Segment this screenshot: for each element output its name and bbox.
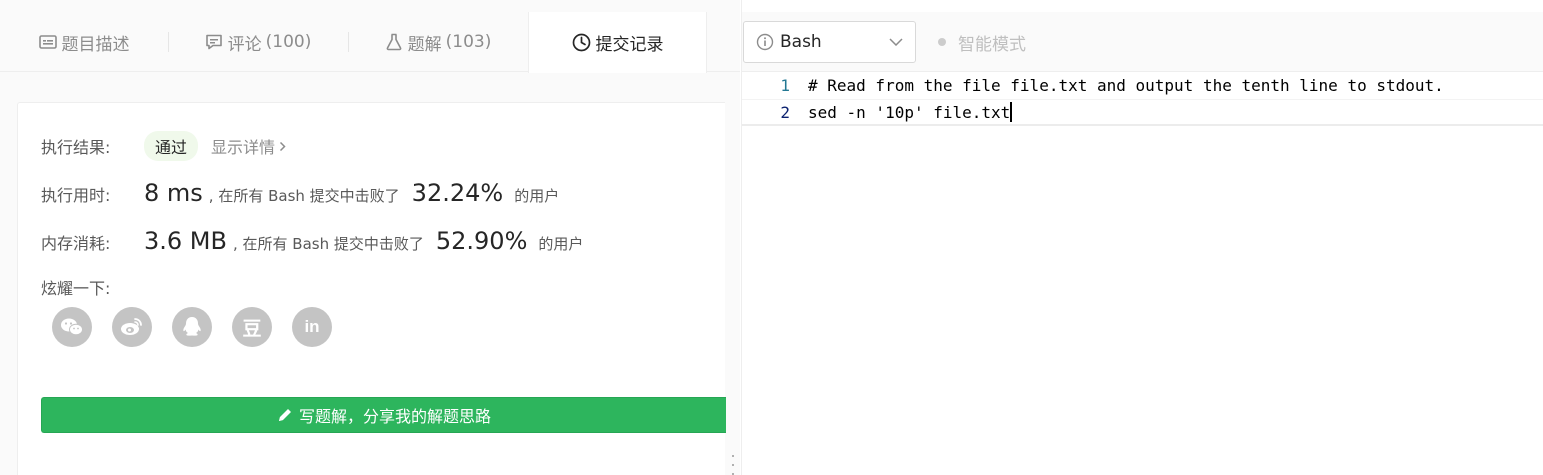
share-weibo-button[interactable]: [112, 307, 152, 347]
tab-label: 提交记录: [595, 35, 664, 55]
tab-comments[interactable]: 评论 (100): [168, 12, 348, 72]
memory-text: , 在所有 Bash 提交中击败了: [232, 235, 424, 253]
write-solution-button[interactable]: 写题解，分享我的解题思路: [41, 397, 726, 433]
pane-resize-handle[interactable]: [727, 455, 739, 475]
smart-mode-label: 智能模式: [958, 34, 1026, 55]
line-number: 1: [780, 76, 790, 95]
memory-label: 内存消耗:: [41, 234, 111, 253]
tab-count: (100): [265, 32, 312, 52]
submission-panel: 题目描述 评论 (100) 题解 (103) 提交记录 执行结果: 通过 显示详…: [0, 0, 740, 475]
wechat-icon: [61, 318, 83, 336]
memory-users-text: 的用户: [538, 235, 584, 253]
problem-tabs: 题目描述 评论 (100) 题解 (103) 提交记录: [0, 12, 740, 73]
flask-icon: [385, 33, 403, 51]
weibo-icon: [121, 318, 142, 335]
clock-icon: [572, 33, 591, 52]
share-label: 炫耀一下:: [41, 279, 111, 298]
show-details-link[interactable]: 显示详情: [211, 134, 286, 158]
qq-icon: [183, 317, 201, 336]
pencil-icon: [278, 409, 291, 421]
runtime-value: 8 ms: [144, 179, 203, 207]
share-buttons: 豆 in: [52, 307, 352, 347]
share-wechat-button[interactable]: [52, 307, 92, 347]
smart-mode-toggle[interactable]: 智能模式: [938, 12, 1026, 72]
code-line-text: # Read from the file file.txt and output…: [808, 76, 1444, 95]
tab-label: 题目描述: [61, 34, 130, 55]
comment-icon: [205, 33, 223, 51]
memory-value: 3.6 MB: [144, 227, 227, 255]
status-row: 执行结果: 通过 显示详情: [41, 131, 286, 161]
info-icon: [756, 33, 774, 51]
tab-label: 题解: [407, 34, 442, 55]
memory-percentile: 52.90%: [435, 227, 528, 255]
runtime-text: , 在所有 Bash 提交中击败了: [208, 187, 400, 205]
tab-description[interactable]: 题目描述: [0, 12, 168, 72]
code-editor[interactable]: 1 # Read from the file file.txt and outp…: [742, 72, 1543, 475]
description-icon: [38, 34, 57, 50]
memory-row: 内存消耗: 3.6 MB , 在所有 Bash 提交中击败了 52.90% 的用…: [41, 227, 583, 255]
tab-count: (103): [445, 32, 492, 52]
share-qq-button[interactable]: [172, 307, 212, 347]
linkedin-icon: in: [304, 317, 320, 336]
tab-label: 评论: [227, 34, 262, 55]
text-cursor: [1010, 102, 1013, 122]
code-line-text: sed -n '10p' file.txt: [808, 102, 1011, 122]
code-line-active[interactable]: 2 sed -n '10p' file.txt: [742, 99, 1543, 126]
editor-toolbar: Bash 智能模式: [742, 12, 1543, 72]
code-editor-panel: Bash 智能模式 1 # Read from the file file.tx…: [741, 0, 1543, 475]
write-solution-label: 写题解，分享我的解题思路: [298, 407, 491, 426]
tab-submissions[interactable]: 提交记录: [528, 12, 707, 73]
douban-icon: 豆: [242, 317, 262, 340]
runtime-row: 执行用时: 8 ms , 在所有 Bash 提交中击败了 32.24% 的用户: [41, 179, 559, 207]
runtime-percentile: 32.24%: [411, 179, 504, 207]
code-line[interactable]: 1 # Read from the file file.txt and outp…: [742, 72, 1543, 99]
language-select[interactable]: Bash: [743, 21, 916, 63]
language-label: Bash: [780, 32, 822, 52]
share-douban-button[interactable]: 豆: [232, 307, 272, 347]
line-number: 2: [780, 102, 790, 122]
status-badge: 通过: [144, 131, 199, 161]
share-label-row: 炫耀一下:: [41, 275, 144, 299]
tab-solutions[interactable]: 题解 (103): [348, 12, 528, 72]
runtime-users-text: 的用户: [514, 187, 560, 205]
chevron-down-icon: [889, 38, 903, 46]
status-label: 执行结果:: [41, 138, 111, 157]
chevron-right-icon: [280, 141, 286, 151]
submission-result-card: 执行结果: 通过 显示详情 执行用时: 8 ms , 在所有 Bash 提交中击…: [17, 102, 726, 475]
runtime-label: 执行用时:: [41, 186, 111, 205]
share-linkedin-button[interactable]: in: [292, 307, 332, 347]
show-details-text: 显示详情: [211, 138, 276, 157]
smart-mode-dot: [938, 38, 946, 46]
